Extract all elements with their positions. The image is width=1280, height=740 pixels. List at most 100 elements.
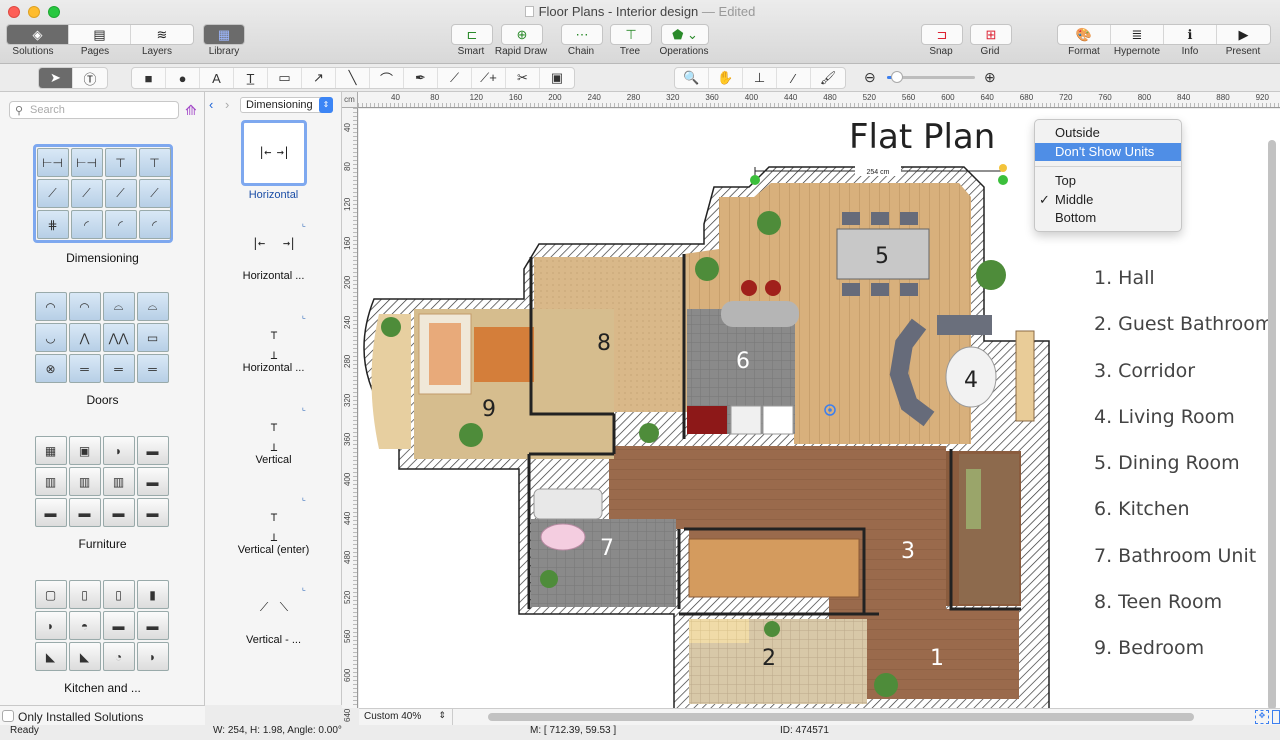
toolbar-info-button[interactable]: ℹ bbox=[1164, 25, 1217, 44]
toolbar-format-button[interactable]: 🎨 bbox=[1058, 25, 1111, 44]
solution-kitchen-and[interactable]: ▢ ▯ ▯ ▮ ◗ ◓ ▬ ▬ ◣ ◣ ◔ ◗ Kitchen and ... bbox=[0, 578, 205, 695]
shape-info-icon[interactable]: ⌞ bbox=[302, 310, 306, 321]
dimension-handle-right[interactable] bbox=[998, 175, 1008, 185]
library-dropdown[interactable]: Dimensioning ⇕ bbox=[240, 97, 333, 113]
legend-item[interactable]: 9. Bedroom bbox=[1094, 637, 1280, 683]
dimension-label: 254 cm bbox=[867, 169, 890, 176]
toolbar-operations-button[interactable]: ⬟ ⌄ bbox=[662, 25, 708, 44]
format-brush-tool[interactable]: 🖌 bbox=[811, 68, 845, 88]
shape-info-icon[interactable]: ⌞ bbox=[302, 402, 306, 413]
shape-info-icon[interactable]: ⌞ bbox=[302, 492, 306, 503]
menu-item-top[interactable]: Top bbox=[1035, 172, 1181, 191]
solution-label: Kitchen and ... bbox=[64, 681, 141, 695]
dimension-control-point[interactable] bbox=[999, 164, 1007, 172]
zoom-slider[interactable] bbox=[887, 71, 975, 83]
toolbar-rapid-draw-button[interactable]: ⊕ bbox=[502, 25, 542, 44]
solution-furniture[interactable]: ▦ ▣ ◗ ▬ ▥ ▥ ▥ ▬ ▬ ▬ ▬ ▬ Furniture bbox=[0, 434, 205, 551]
ruler-tick-label: 160 bbox=[343, 236, 352, 250]
menu-item-don-t-show-units[interactable]: Don't Show Units bbox=[1035, 142, 1181, 161]
toolbar-rapid-draw-label: Rapid Draw bbox=[494, 46, 548, 57]
legend-item[interactable]: 6. Kitchen bbox=[1094, 498, 1280, 544]
library-shape-6[interactable]: ⌞ ⟋ ⟍ Vertical - ... bbox=[205, 582, 342, 646]
library-shape-4[interactable]: ⌞ ⊤ ⊥ Vertical bbox=[205, 402, 342, 466]
only-installed-checkbox-row[interactable]: Only Installed Solutions bbox=[0, 705, 205, 727]
arc-tool[interactable]: ⌒ bbox=[370, 68, 404, 88]
text-select-tool[interactable]: Ⓣ bbox=[73, 68, 107, 88]
legend-item[interactable]: 2. Guest Bathroom U bbox=[1094, 313, 1280, 359]
zoom-icon: 🔍 bbox=[683, 70, 700, 85]
menu-item-middle[interactable]: ✓ Middle bbox=[1035, 191, 1181, 210]
legend-item[interactable]: 5. Dining Room bbox=[1094, 452, 1280, 498]
stamp-tool[interactable]: ⊥ bbox=[743, 68, 777, 88]
hand-tool[interactable]: ✋ bbox=[709, 68, 743, 88]
solution-browser-icon[interactable]: ⟰ bbox=[185, 102, 197, 119]
toolbar-smart-button[interactable]: ⊏ bbox=[452, 25, 492, 44]
library-shape-1[interactable]: |← →| Horizontal bbox=[205, 120, 342, 201]
toolbar-layers-button[interactable]: ≋ bbox=[131, 25, 193, 44]
solution-shape-icon: ▢ bbox=[34, 580, 67, 609]
pen-tool[interactable]: ✒ bbox=[404, 68, 438, 88]
toolbar-grid-button[interactable]: ⊞ bbox=[971, 25, 1011, 44]
ellipse-tool[interactable]: ● bbox=[166, 68, 200, 88]
toolbar-chain-button[interactable]: ⋯ bbox=[562, 25, 602, 44]
library-shape-5[interactable]: ⌞ ⊤ ⊥ Vertical (enter) bbox=[205, 492, 342, 556]
legend-item[interactable]: 3. Corridor bbox=[1094, 360, 1280, 406]
legend-item[interactable]: 8. Teen Room bbox=[1094, 591, 1280, 637]
rectangle-tool[interactable]: ■ bbox=[132, 68, 166, 88]
solution-dimensioning[interactable]: ⊢⊣ ⊢⊣ ⊤ ⊤ ⟋ ⟋ ⟋ ⟋ ⋕ ◜ ◜ ◜ Dimensioning bbox=[0, 144, 205, 265]
shape-info-icon[interactable]: ⌞ bbox=[302, 218, 306, 229]
solution-thumbnail[interactable]: ◠ ◠ ⌓ ⌓ ◡ ⋀ ⋀⋀ ▭ ⊗ ═ ═ ═ bbox=[33, 290, 173, 385]
toolbar-hypernote-button[interactable]: ≣ bbox=[1111, 25, 1164, 44]
forward-arrow-icon[interactable]: › bbox=[225, 97, 229, 112]
scissors-tool[interactable]: ✂ bbox=[506, 68, 540, 88]
text-tool[interactable]: A bbox=[200, 68, 234, 88]
zoom-value: Custom 40% bbox=[364, 711, 422, 722]
dimension-handle-left[interactable] bbox=[750, 175, 760, 185]
pointer-tool[interactable]: ➤ bbox=[39, 68, 73, 88]
zoom-out-icon[interactable]: ⊖ bbox=[864, 69, 876, 86]
toolbar-snap-button[interactable]: ⊐ bbox=[922, 25, 962, 44]
horizontal-scrollbar[interactable] bbox=[488, 713, 1194, 721]
zoom-tool[interactable]: 🔍 bbox=[675, 68, 709, 88]
menu-item-bottom[interactable]: Bottom bbox=[1035, 209, 1181, 228]
eyedropper-tool[interactable]: ⁄ bbox=[777, 68, 811, 88]
search-icon: ⚲ bbox=[15, 105, 24, 117]
vertical-scrollbar[interactable] bbox=[1268, 140, 1276, 710]
zoom-slider-knob[interactable] bbox=[891, 71, 904, 83]
view-tools: 🔍 ✋ ⊥ ⁄ 🖌 bbox=[674, 67, 846, 89]
zoom-in-icon[interactable]: ⊕ bbox=[984, 69, 996, 86]
back-arrow-icon[interactable]: ‹ bbox=[209, 97, 213, 112]
toolbar-solutions-button[interactable]: ◈ bbox=[7, 25, 69, 44]
only-installed-checkbox[interactable] bbox=[2, 710, 14, 722]
solution-doors[interactable]: ◠ ◠ ⌓ ⌓ ◡ ⋀ ⋀⋀ ▭ ⊗ ═ ═ ═ Doors bbox=[0, 290, 205, 407]
shape-preview[interactable]: |← →| bbox=[240, 120, 307, 186]
fit-page-icon[interactable]: ✥ bbox=[1255, 710, 1269, 724]
search-input[interactable]: ⚲ Search bbox=[9, 101, 179, 119]
line-tool[interactable]: ╲ bbox=[336, 68, 370, 88]
room-legend[interactable]: 1. Hall 2. Guest Bathroom U 3. Corridor 4. … bbox=[1094, 267, 1280, 684]
text-box-tool[interactable]: T̲ bbox=[234, 68, 268, 88]
horizontal-ruler: 40 80 120 160 200 240 280 320 360 400 440 480 520 560… bbox=[358, 92, 1280, 108]
library-shape-2[interactable]: ⌞ |← →| Horizontal ... bbox=[205, 218, 342, 282]
bezier-tool[interactable]: ⟋ bbox=[438, 68, 472, 88]
legend-item[interactable]: 1. Hall bbox=[1094, 267, 1280, 313]
insert-tool[interactable]: ▣ bbox=[540, 68, 574, 88]
menu-item-outside[interactable]: Outside bbox=[1035, 124, 1181, 143]
legend-item[interactable]: 7. Bathroom Unit bbox=[1094, 545, 1280, 591]
solution-thumbnail[interactable]: ⊢⊣ ⊢⊣ ⊤ ⊤ ⟋ ⟋ ⟋ ⟋ ⋕ ◜ ◜ ◜ bbox=[32, 144, 173, 243]
library-shape-3[interactable]: ⌞ ⊤ ⊥ Horizontal ... bbox=[205, 310, 342, 374]
page-view-icon[interactable] bbox=[1272, 710, 1280, 724]
toolbar-present-button[interactable]: ▶ bbox=[1217, 25, 1270, 44]
callout-tool[interactable]: ▭ bbox=[268, 68, 302, 88]
solution-thumbnail[interactable]: ▢ ▯ ▯ ▮ ◗ ◓ ▬ ▬ ◣ ◣ ◔ ◗ bbox=[33, 578, 173, 673]
shape-info-icon[interactable]: ⌞ bbox=[302, 582, 306, 593]
solution-shape-icon: ⋀ bbox=[68, 323, 101, 352]
add-point-tool[interactable]: ⟋+ bbox=[472, 68, 506, 88]
solution-thumbnail[interactable]: ▦ ▣ ◗ ▬ ▥ ▥ ▥ ▬ ▬ ▬ ▬ ▬ bbox=[33, 434, 173, 529]
legend-item[interactable]: 4. Living Room bbox=[1094, 406, 1280, 452]
toolbar-pages-button[interactable]: ▤ bbox=[69, 25, 131, 44]
arrow-tool[interactable]: ↗ bbox=[302, 68, 336, 88]
zoom-select[interactable]: Custom 40% ⇕ bbox=[359, 709, 453, 725]
library-button[interactable]: ▦ bbox=[204, 25, 244, 44]
toolbar-tree-button[interactable]: ⊤ bbox=[611, 25, 651, 44]
